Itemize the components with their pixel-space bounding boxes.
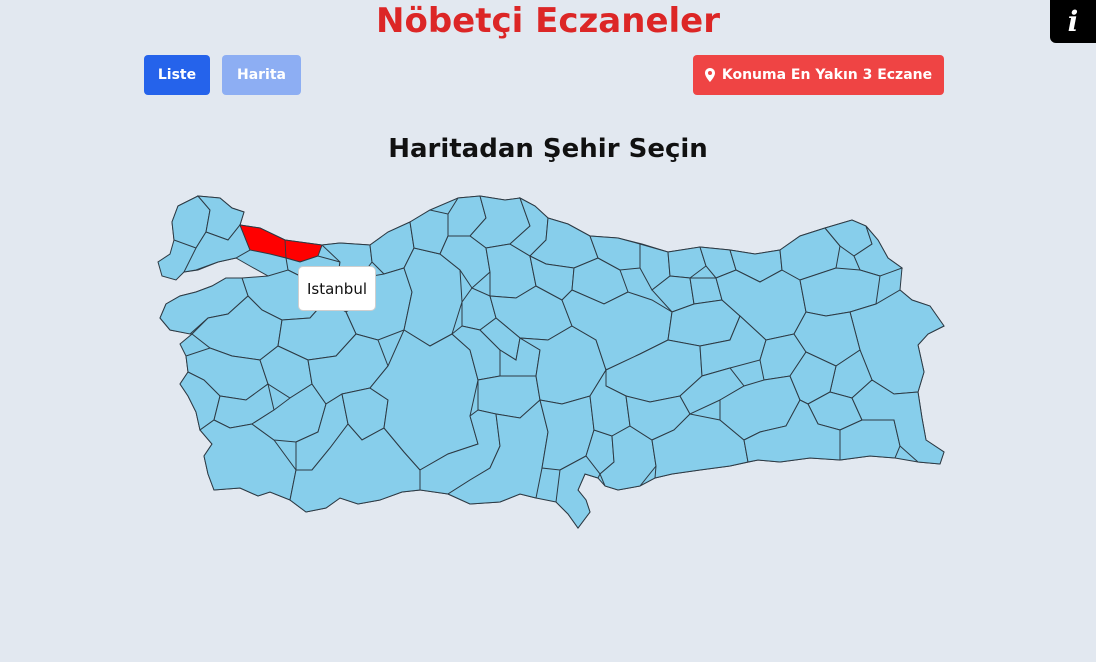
turkey-map[interactable] xyxy=(140,185,950,535)
info-button[interactable]: i xyxy=(1050,0,1096,43)
page-title: Nöbetçi Eczaneler xyxy=(376,1,720,41)
harita-button[interactable]: Harita xyxy=(222,55,301,95)
province-zonguldak[interactable] xyxy=(409,209,449,255)
info-icon: i xyxy=(1067,5,1079,38)
province-sirnak[interactable] xyxy=(839,419,901,461)
city-tooltip: Istanbul xyxy=(298,266,376,311)
map-heading: Haritadan Şehir Seçin xyxy=(388,134,708,164)
liste-button[interactable]: Liste xyxy=(144,55,210,95)
map-pin-icon xyxy=(704,68,715,82)
nearest-pharmacies-button[interactable]: Konuma En Yakın 3 Eczane xyxy=(693,55,944,95)
nearest-pharmacies-label: Konuma En Yakın 3 Eczane xyxy=(721,67,933,83)
